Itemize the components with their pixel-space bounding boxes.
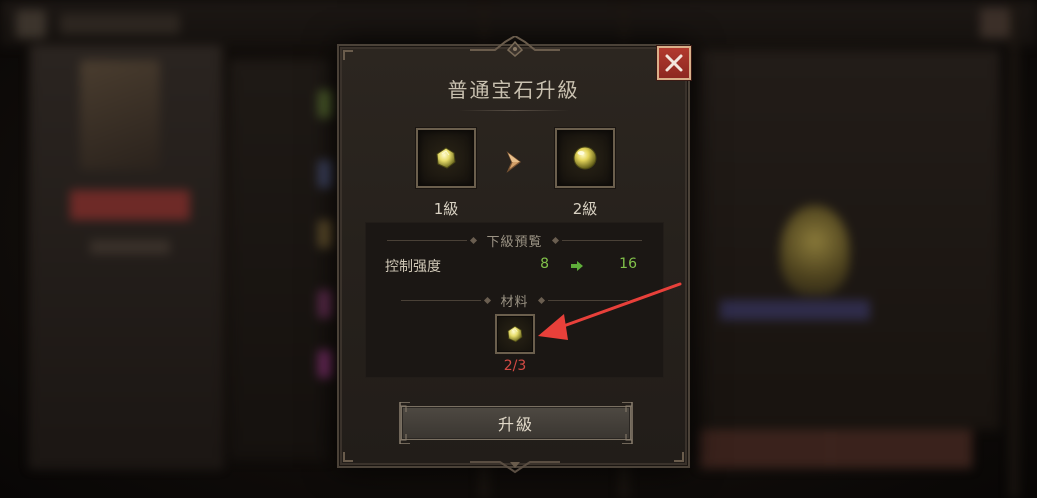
dialog-bottom-ornament [470, 461, 560, 474]
material-header-label: 材料 [500, 294, 529, 310]
material-count: 2/3 [503, 358, 527, 374]
yellow-gem-small-icon [436, 147, 456, 169]
title-divider [459, 110, 569, 111]
material-slot[interactable] [495, 314, 535, 354]
button-right-ornament [622, 402, 633, 444]
yellow-gem-round-icon [573, 146, 597, 170]
upgrade-button-label: 升級 [497, 415, 534, 434]
next-gem-slot[interactable] [555, 128, 615, 188]
red-pointer-arrow-icon [538, 282, 682, 340]
stat-current-value: 8 [540, 256, 549, 272]
stat-increase-arrow-icon [571, 261, 583, 271]
button-left-ornament [399, 402, 410, 444]
stat-row: 控制强度 8 16 [365, 256, 664, 276]
current-gem-level: 1級 [433, 200, 459, 218]
close-x-icon [665, 54, 683, 72]
stat-name: 控制强度 [385, 259, 441, 275]
preview-header: 下級預覧 [365, 232, 664, 250]
current-gem-slot[interactable] [416, 128, 476, 188]
preview-header-label: 下級預覧 [486, 234, 543, 250]
dialog-title: 普通宝石升級 [447, 78, 580, 102]
game-screen: 普通宝石升級 1級 2級 下級預覧 控制强度 8 16 材料 2/3 升級 [0, 0, 1037, 498]
close-button[interactable] [657, 46, 691, 80]
next-gem-level: 2級 [572, 200, 598, 218]
gem-upgrade-dialog: 普通宝石升級 1級 2級 下級預覧 控制强度 8 16 材料 2/3 升級 [337, 36, 690, 474]
dialog-top-ornament [470, 36, 560, 57]
upgrade-arrow-icon [506, 151, 521, 173]
dialog-corner [674, 452, 684, 462]
dialog-corner [343, 50, 353, 60]
stat-next-value: 16 [619, 256, 637, 272]
yellow-gem-small-icon [507, 325, 523, 343]
dialog-corner [343, 452, 353, 462]
upgrade-button[interactable]: 升級 [399, 402, 633, 444]
